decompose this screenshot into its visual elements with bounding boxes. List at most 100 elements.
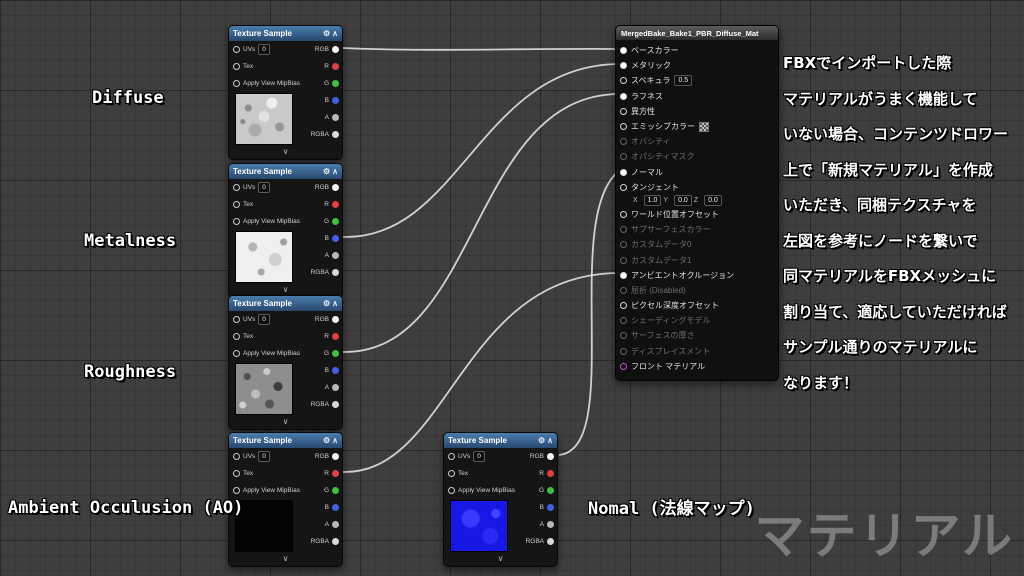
input-pin-icon[interactable] <box>233 201 240 208</box>
material-pin-front-material[interactable]: フロント マテリアル <box>620 359 774 374</box>
texture-preview[interactable] <box>450 500 508 552</box>
pin-icon[interactable] <box>620 169 627 176</box>
material-pin-custom-data-1[interactable]: カスタムデータ1 <box>620 252 774 267</box>
output-b[interactable]: B <box>311 92 342 109</box>
output-pin-icon[interactable] <box>332 504 339 511</box>
output-pin-icon[interactable] <box>547 470 554 477</box>
pin-icon[interactable] <box>620 123 627 130</box>
output-rgb[interactable]: RGB <box>526 448 557 465</box>
output-pin-icon[interactable] <box>332 269 339 276</box>
output-pin-icon[interactable] <box>332 470 339 477</box>
material-pin-emissive-color[interactable]: エミッシブカラー <box>620 119 774 134</box>
uv-index-value[interactable]: 0 <box>258 44 270 55</box>
pin-icon[interactable] <box>620 348 627 355</box>
node-header[interactable]: Texture Sample⚙∧ <box>229 296 342 311</box>
output-pin-icon[interactable] <box>332 487 339 494</box>
output-a[interactable]: A <box>526 516 557 533</box>
output-rgb[interactable]: RGB <box>311 448 342 465</box>
input-pin-icon[interactable] <box>233 470 240 477</box>
material-pin-opacity[interactable]: オパシティ <box>620 134 774 149</box>
output-a[interactable]: A <box>311 516 342 533</box>
pin-icon[interactable] <box>620 302 627 309</box>
tangent-x-value[interactable]: 1.0 <box>644 195 662 206</box>
pin-icon[interactable] <box>620 47 627 54</box>
input-pin-icon[interactable] <box>233 184 240 191</box>
material-pin-pixel-depth-offset[interactable]: ピクセル深度オフセット <box>620 298 774 313</box>
output-r[interactable]: R <box>311 465 342 482</box>
output-r[interactable]: R <box>311 196 342 213</box>
input-pin-icon[interactable] <box>233 218 240 225</box>
output-pin-icon[interactable] <box>332 350 339 357</box>
material-pin-specular[interactable]: スペキュラ0.5 <box>620 73 774 88</box>
uv-index-value[interactable]: 0 <box>258 182 270 193</box>
input-pin-icon[interactable] <box>448 453 455 460</box>
texture-sample-node-ao[interactable]: Texture Sample⚙∧UVs0TexApply View MipBia… <box>228 432 343 567</box>
input-pin-icon[interactable] <box>233 63 240 70</box>
output-pin-icon[interactable] <box>332 252 339 259</box>
texture-preview[interactable] <box>235 93 293 145</box>
pin-value[interactable]: 0.5 <box>674 75 692 86</box>
material-pin-shading-model[interactable]: シェーディングモデル <box>620 313 774 328</box>
output-pin-icon[interactable] <box>332 453 339 460</box>
input-pin-icon[interactable] <box>448 487 455 494</box>
output-b[interactable]: B <box>311 362 342 379</box>
input-pin-icon[interactable] <box>233 333 240 340</box>
tangent-z-value[interactable]: 0.0 <box>704 195 722 206</box>
output-pin-icon[interactable] <box>332 46 339 53</box>
output-pin-icon[interactable] <box>547 538 554 545</box>
output-a[interactable]: A <box>311 379 342 396</box>
output-pin-icon[interactable] <box>332 316 339 323</box>
output-r[interactable]: R <box>311 58 342 75</box>
texture-sample-node-diffuse[interactable]: Texture Sample⚙∧UVs0TexApply View MipBia… <box>228 25 343 160</box>
pin-icon[interactable] <box>620 93 627 100</box>
material-pin-world-position-offset[interactable]: ワールド位置オフセット <box>620 207 774 222</box>
output-a[interactable]: A <box>311 247 342 264</box>
collapse-icon[interactable]: ∧ <box>332 436 338 445</box>
pin-icon[interactable] <box>620 62 627 69</box>
output-pin-icon[interactable] <box>332 333 339 340</box>
texture-sample-node-normal[interactable]: Texture Sample⚙∧UVs0TexApply View MipBia… <box>443 432 558 567</box>
output-pin-icon[interactable] <box>332 201 339 208</box>
output-pin-icon[interactable] <box>547 504 554 511</box>
output-pin-icon[interactable] <box>332 63 339 70</box>
output-g[interactable]: G <box>311 75 342 92</box>
pin-icon[interactable] <box>620 287 627 294</box>
output-rgba[interactable]: RGBA <box>311 126 342 143</box>
pin-icon[interactable] <box>620 272 627 279</box>
output-pin-icon[interactable] <box>547 453 554 460</box>
output-b[interactable]: B <box>311 499 342 516</box>
texture-sample-node-metalness[interactable]: Texture Sample⚙∧UVs0TexApply View MipBia… <box>228 163 343 298</box>
output-pin-icon[interactable] <box>332 218 339 225</box>
texture-preview[interactable] <box>235 500 293 552</box>
expand-icon[interactable]: ∨ <box>229 416 342 429</box>
collapse-icon[interactable]: ∧ <box>332 167 338 176</box>
output-rgba[interactable]: RGBA <box>311 264 342 281</box>
input-pin-icon[interactable] <box>233 453 240 460</box>
output-rgba[interactable]: RGBA <box>311 533 342 550</box>
node-header[interactable]: Texture Sample⚙∧ <box>229 433 342 448</box>
output-g[interactable]: G <box>311 213 342 230</box>
output-rgb[interactable]: RGB <box>311 41 342 58</box>
output-pin-icon[interactable] <box>332 521 339 528</box>
uv-index-value[interactable]: 0 <box>473 451 485 462</box>
expand-icon[interactable]: ∨ <box>229 553 342 566</box>
material-pin-refraction[interactable]: 屈折 (Disabled) <box>620 283 774 298</box>
pin-icon[interactable] <box>620 211 627 218</box>
input-pin-icon[interactable] <box>233 46 240 53</box>
gear-icon[interactable]: ⚙ <box>323 167 330 176</box>
material-pin-tangent[interactable]: タンジェント <box>620 180 774 195</box>
output-rgba[interactable]: RGBA <box>311 396 342 413</box>
gear-icon[interactable]: ⚙ <box>323 29 330 38</box>
uv-index-value[interactable]: 0 <box>258 451 270 462</box>
collapse-icon[interactable]: ∧ <box>547 436 553 445</box>
material-pin-normal[interactable]: ノーマル <box>620 165 774 180</box>
input-pin-icon[interactable] <box>448 470 455 477</box>
pin-icon[interactable] <box>620 241 627 248</box>
gear-icon[interactable]: ⚙ <box>323 299 330 308</box>
output-pin-icon[interactable] <box>332 184 339 191</box>
output-pin-icon[interactable] <box>332 131 339 138</box>
material-pin-opacity-mask[interactable]: オパシティマスク <box>620 149 774 164</box>
node-header[interactable]: Texture Sample⚙∧ <box>229 164 342 179</box>
material-pin-metallic[interactable]: メタリック <box>620 58 774 73</box>
output-g[interactable]: G <box>311 345 342 362</box>
